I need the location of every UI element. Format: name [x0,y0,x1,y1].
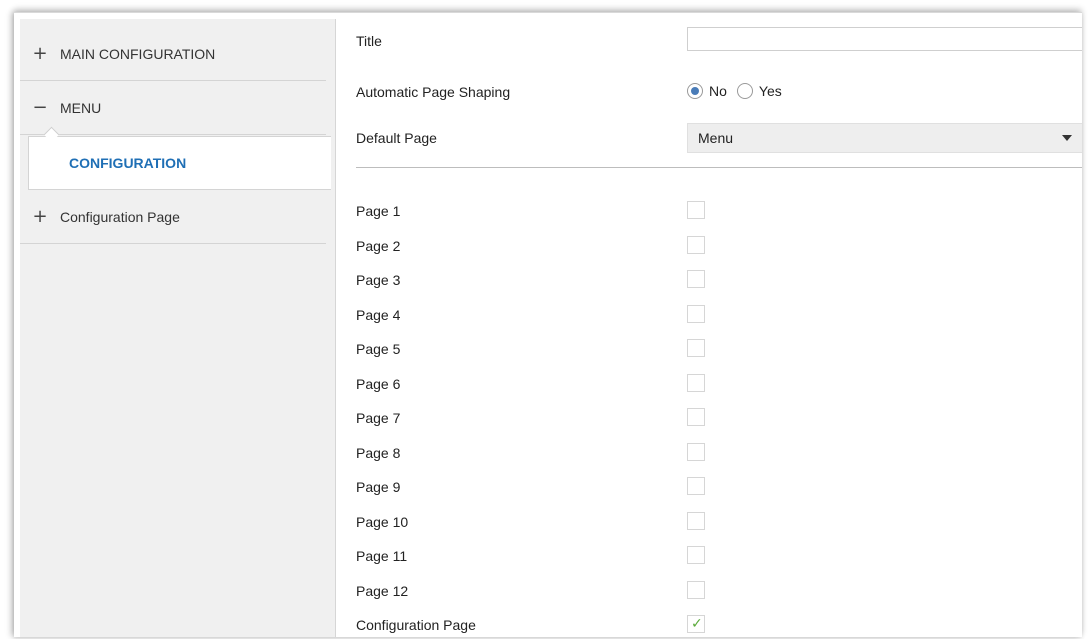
page-checkbox[interactable] [687,511,705,530]
page-checkbox[interactable] [687,408,705,426]
title-input[interactable] [687,27,1082,51]
page-checkbox[interactable] [687,304,705,323]
page-checkbox[interactable] [687,442,705,461]
sidebar-item-label: CONFIGURATION [69,155,187,171]
divider [356,167,1082,168]
plus-icon: + [32,206,48,227]
page-label: Page 7 [356,410,401,426]
page-checkbox[interactable] [687,477,705,495]
radio-dot-icon [691,87,699,95]
page-label: Page 1 [356,203,401,219]
minus-icon: − [32,97,48,118]
page-checkbox[interactable]: ✓ [687,615,705,633]
main-panel: Title Automatic Page Shaping No Yes Defa… [336,19,1082,637]
plus-icon: + [32,43,48,64]
page-label: Page 12 [356,582,409,599]
page-checkbox[interactable] [687,270,705,288]
page-label: Page 11 [356,548,408,564]
sidebar-item-main-configuration[interactable]: + MAIN CONFIGURATION [20,27,326,81]
page-label: Page 4 [356,306,401,323]
checkmark-icon: ✓ [691,616,703,632]
page-label: Page 2 [356,237,401,254]
page-checkbox[interactable] [687,546,705,564]
page-checkbox[interactable] [687,235,705,254]
page-checkbox[interactable] [687,580,705,599]
radio-no[interactable] [687,83,703,99]
page-label: Page 5 [356,341,401,357]
window-frame: + MAIN CONFIGURATION − MENU CONFIGURATIO… [14,12,1082,637]
radio-yes[interactable] [736,83,753,99]
sidebar: + MAIN CONFIGURATION − MENU CONFIGURATIO… [20,19,336,637]
sidebar-item-label: MAIN CONFIGURATION [60,45,216,62]
page-checkbox[interactable] [687,201,705,219]
sidebar-item-label: Configuration Page [60,208,180,225]
default-page-select[interactable]: Menu [687,123,1082,153]
default-page-value: Menu [698,130,734,146]
sidebar-item-configuration-page[interactable]: + Configuration Page [20,190,326,244]
page-label: Page 6 [356,375,401,392]
page-checkbox[interactable] [687,373,705,392]
auto-shaping-radio-group: No Yes [687,83,792,99]
sidebar-item-menu[interactable]: − MENU [20,81,326,135]
default-page-label: Default Page [356,130,437,146]
page-label: Page 10 [356,513,409,530]
radio-no-label: No [709,83,727,99]
title-label: Title [356,33,382,49]
page-label: Configuration Page [356,617,476,633]
page-label: Page 9 [356,479,401,495]
page-label: Page 8 [356,444,401,461]
page-checkbox[interactable] [687,339,705,357]
page-label: Page 3 [356,272,401,288]
radio-yes-label: Yes [758,83,782,99]
auto-shaping-label: Automatic Page Shaping [356,84,511,100]
sidebar-item-label: MENU [60,99,102,116]
sidebar-item-configuration[interactable]: CONFIGURATION [28,136,331,190]
chevron-down-icon [1062,135,1072,141]
